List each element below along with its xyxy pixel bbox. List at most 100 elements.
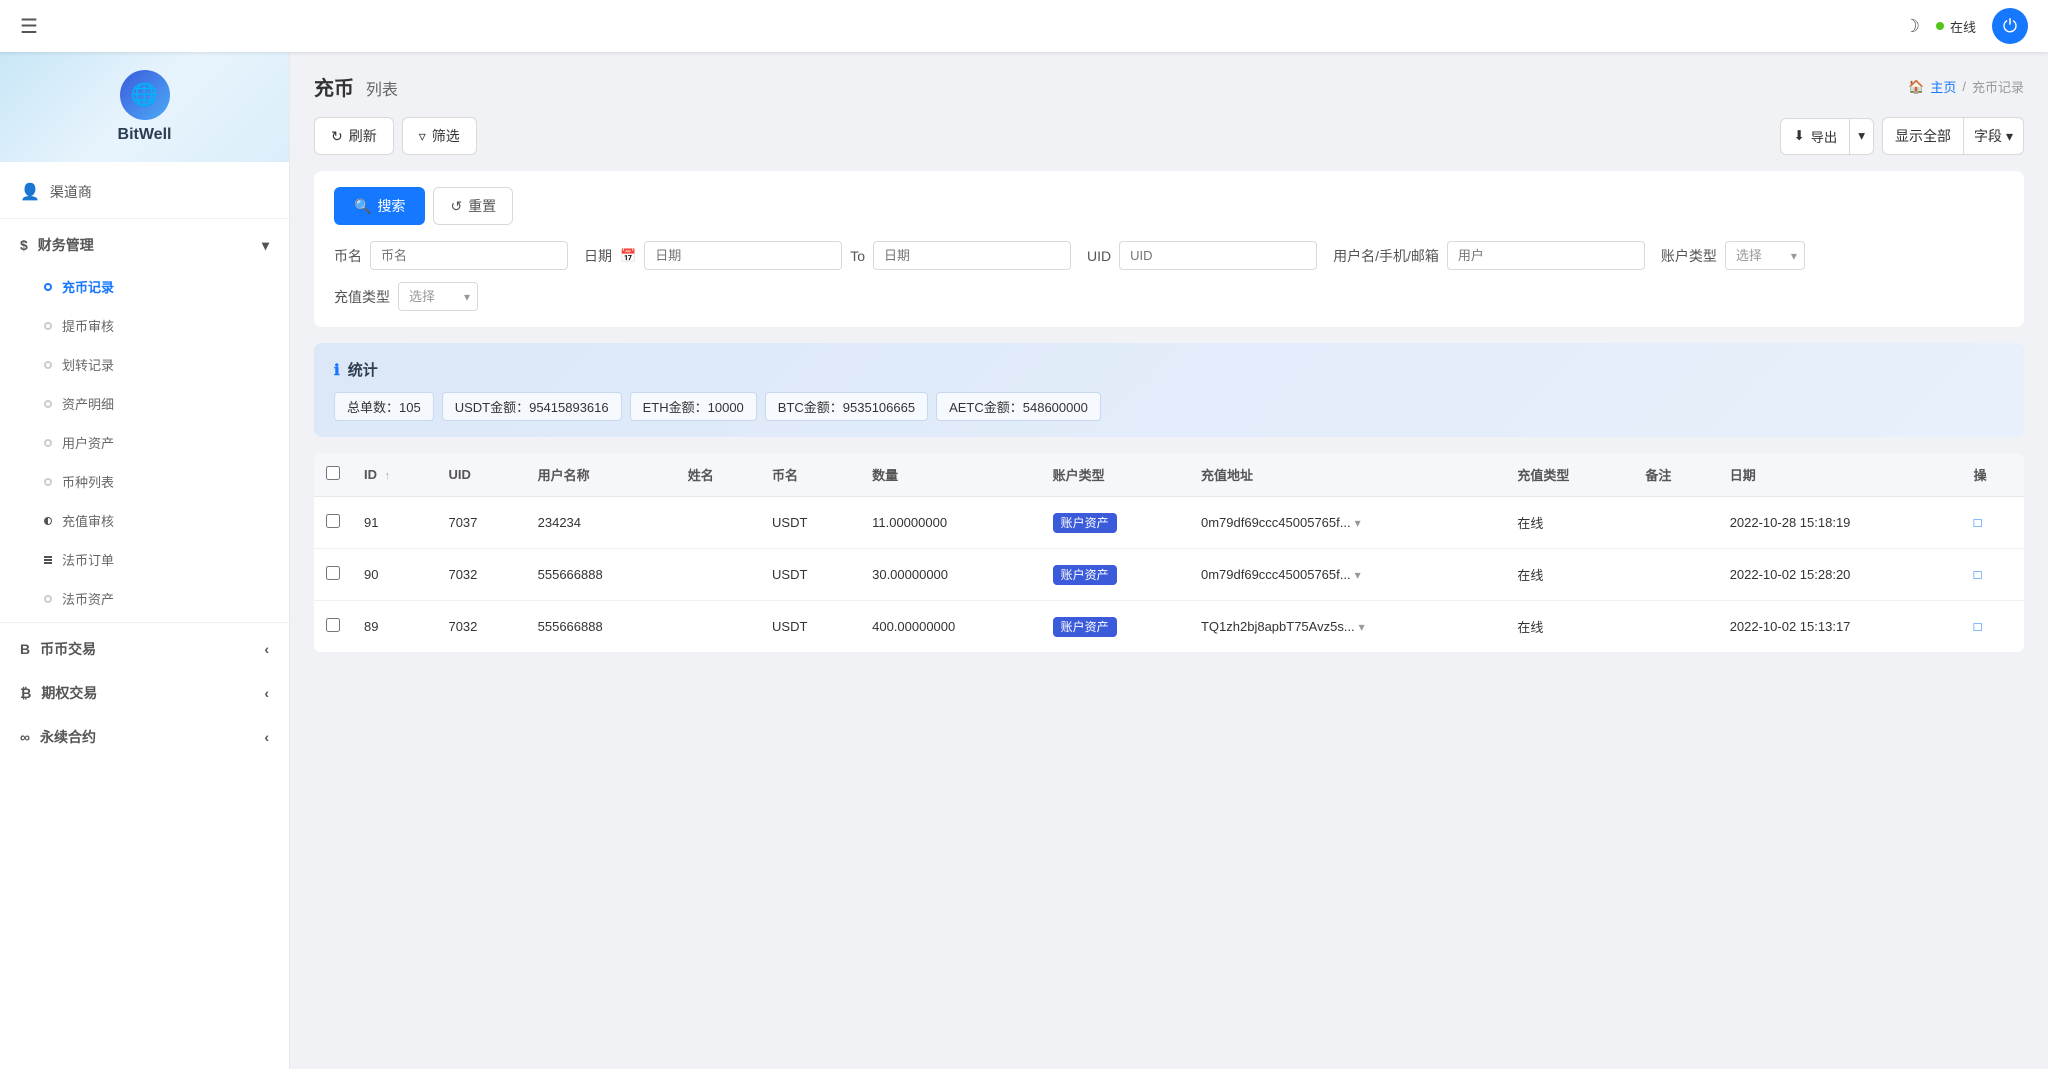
address-expand-icon[interactable]: ▾ [1355,568,1361,582]
dot-icon [44,439,52,447]
sidebar-item-recharge-records[interactable]: 充币记录 [0,267,289,306]
date-label: 日期 [584,246,612,266]
table-row: 89 7032 555666888 USDT 400.00000000 账户资产… [314,601,2024,653]
sidebar-item-fiat-orders[interactable]: 法币订单 [0,540,289,579]
perpetual-icon: ∞ [20,729,30,745]
row-note [1633,497,1717,549]
address-text: 0m79df69ccc45005765f... [1201,567,1351,582]
date-start-input[interactable] [644,241,842,270]
dot-icon [44,400,52,408]
stats-total: 总单数：105 [334,392,434,421]
sidebar-item-perpetual[interactable]: ∞ 永续合约 ‹ [0,715,289,759]
sidebar-item-futures[interactable]: ₿ 期权交易 ‹ [0,671,289,715]
fields-group: 显示全部 字段 ▾ [1882,117,2024,155]
operate-button[interactable]: □ [1974,515,1982,530]
row-id: 90 [352,549,436,601]
sidebar-item-withdraw-audit[interactable]: 提币审核 [0,306,289,345]
search-button[interactable]: 🔍 搜索 [334,187,425,225]
finance-icon: $ [20,237,28,253]
row-note [1633,549,1717,601]
username-input[interactable] [1447,241,1645,270]
submenu-label-recharge-audit: 充值审核 [62,511,114,530]
filter-button[interactable]: ▿ 筛选 [402,117,477,155]
row-id: 91 [352,497,436,549]
uid-label: UID [1087,248,1111,264]
reset-button[interactable]: ↺ 重置 [433,187,513,225]
to-label: To [850,248,865,264]
submenu-label-withdraw-audit: 提币审核 [62,316,114,335]
row-username: 555666888 [526,601,676,653]
select-all-checkbox[interactable] [326,466,340,480]
submenu-label-asset-detail: 资产明细 [62,394,114,413]
address-expand-icon[interactable]: ▾ [1355,516,1361,530]
dot-icon [44,283,52,291]
futures-icon: ₿ [20,685,31,701]
chevron-down-icon: ▾ [1858,128,1865,143]
operate-button[interactable]: □ [1974,567,1982,582]
sidebar-item-coin-trading[interactable]: B 币币交易 ‹ [0,627,289,671]
page-title: 充币 列表 [314,72,398,101]
table-row: 90 7032 555666888 USDT 30.00000000 账户资产 … [314,549,2024,601]
coin-name-input[interactable] [370,241,568,270]
table-header-account-type: 账户类型 [1041,453,1189,497]
row-operate[interactable]: □ [1962,549,2024,601]
recharge-type-select[interactable]: 选择 [398,282,478,311]
hamburger-icon[interactable]: ☰ [20,14,38,39]
row-name [676,549,760,601]
row-checkbox[interactable] [326,514,340,528]
filter-label: 筛选 [432,126,460,146]
sidebar-item-transfer-records[interactable]: 划转记录 [0,345,289,384]
power-button[interactable]: ⏻ [1992,8,2028,44]
table-header-checkbox [314,453,352,497]
row-username: 234234 [526,497,676,549]
date-end-input[interactable] [873,241,1071,270]
table-header-address: 充值地址 [1189,453,1505,497]
sidebar-label-coin-trading: 币币交易 [40,639,96,659]
row-recharge-type: 在线 [1505,497,1633,549]
row-recharge-type: 在线 [1505,601,1633,653]
sidebar-brand-name: BitWell [118,126,172,144]
sidebar-item-coin-list[interactable]: 币种列表 [0,462,289,501]
filter-recharge-type: 充值类型 选择 [334,282,478,311]
breadcrumb-home[interactable]: 主页 [1930,77,1956,96]
sidebar-item-channel[interactable]: 👤 渠道商 [0,170,289,214]
show-all-button[interactable]: 显示全部 [1882,117,1964,155]
row-operate[interactable]: □ [1962,601,2024,653]
row-address: TQ1zh2bj8apbT75Avz5s... ▾ [1189,601,1505,653]
row-coin: USDT [760,601,860,653]
sidebar-item-user-assets[interactable]: 用户资产 [0,423,289,462]
export-dropdown-button[interactable]: ▾ [1850,118,1874,155]
sidebar-item-asset-detail[interactable]: 资产明细 [0,384,289,423]
sidebar-item-recharge-audit[interactable]: 充值审核 [0,501,289,540]
sidebar-submenu-finance[interactable]: $ 财务管理 ▾ [0,223,289,267]
row-checkbox[interactable] [326,618,340,632]
table-header-name: 姓名 [676,453,760,497]
chevron-left-icon: ‹ [264,641,269,657]
account-type-select-wrapper: 选择 [1725,241,1805,270]
moon-icon[interactable]: ☽ [1904,16,1920,37]
export-button[interactable]: ⬇ 导出 [1780,118,1850,155]
table-header-operate: 操 [1962,453,2024,497]
uid-input[interactable] [1119,241,1317,270]
operate-button[interactable]: □ [1974,619,1982,634]
dot-icon [44,595,52,603]
submenu-label-fiat-assets: 法币资产 [62,589,114,608]
sidebar-item-label-channel: 渠道商 [50,182,92,202]
fields-label: 字段 [1974,126,2002,146]
account-type-select[interactable]: 选择 [1725,241,1805,270]
row-checkbox[interactable] [326,566,340,580]
sidebar-logo-area: 🌐 BitWell [0,52,289,162]
home-icon: 🏠 [1908,79,1924,95]
address-expand-icon[interactable]: ▾ [1359,620,1365,634]
table-row: 91 7037 234234 USDT 11.00000000 账户资产 0m7… [314,497,2024,549]
sidebar-item-fiat-assets[interactable]: 法币资产 [0,579,289,618]
stats-eth: ETH金额：10000 [630,392,757,421]
refresh-button[interactable]: ↻ 刷新 [314,117,394,155]
fields-button[interactable]: 字段 ▾ [1964,117,2024,155]
chevron-left-icon: ‹ [264,685,269,701]
logo-symbol: 🌐 [131,82,158,108]
divider [0,622,289,623]
page-title-sub: 列表 [366,82,398,99]
row-operate[interactable]: □ [1962,497,2024,549]
row-amount: 400.00000000 [860,601,1041,653]
